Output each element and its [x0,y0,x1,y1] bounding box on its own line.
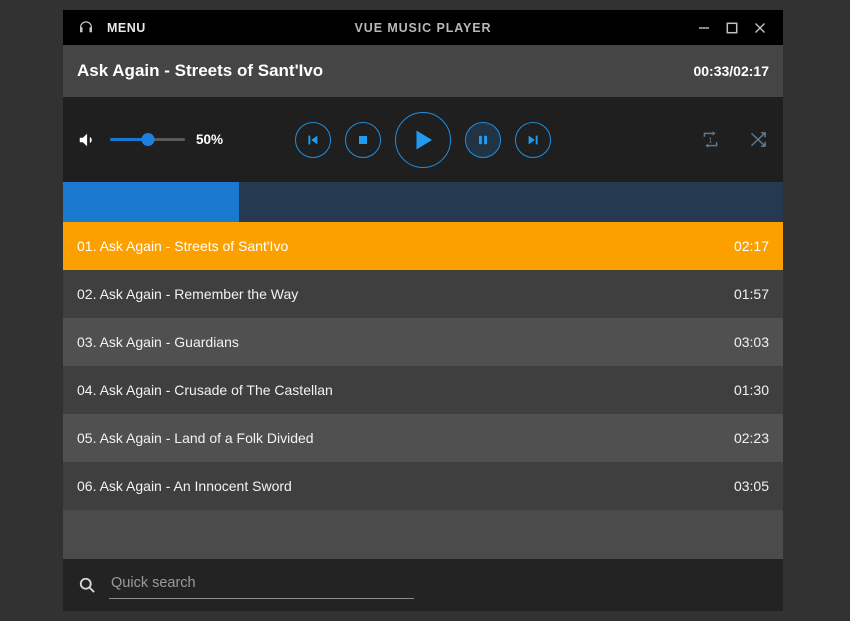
time-display: 00:33/02:17 [693,63,769,79]
headphone-icon [77,19,95,37]
stop-icon [356,133,370,147]
playlist-row[interactable]: 05. Ask Again - Land of a Folk Divided 02… [63,414,783,462]
skip-previous-icon [305,132,321,148]
seek-bar-fill [63,182,239,222]
close-button[interactable] [747,15,773,41]
pause-button[interactable] [465,121,501,158]
playlist-row[interactable]: 03. Ask Again - Guardians 03:03 [63,318,783,366]
volume-control-group: 50% [77,129,223,151]
playlist-row[interactable]: 02. Ask Again - Remember the Way 01:57 [63,270,783,318]
stop-button[interactable] [345,121,381,158]
play-icon [410,127,436,153]
search-icon[interactable] [77,575,97,595]
playlist-row-duration: 01:57 [733,286,769,302]
volume-slider[interactable] [110,132,185,148]
playlist-row[interactable]: 04. Ask Again - Crusade of The Castellan… [63,366,783,414]
playlist-row-duration: 03:05 [733,478,769,494]
window-controls [691,15,783,41]
close-icon [753,21,767,35]
svg-text:1: 1 [708,135,712,144]
playlist-row-duration: 02:17 [733,238,769,254]
minimize-button[interactable] [691,15,717,41]
music-player-window: MENU VUE MUSIC PLAYER Ask Again - Street… [63,10,783,611]
search-bar [63,559,783,611]
playlist-row[interactable]: 01. Ask Again - Streets of Sant'Ivo 02:17 [63,222,783,270]
search-input[interactable] [109,571,414,599]
repeat-one-button[interactable]: 1 [699,129,721,151]
previous-track-button[interactable] [295,121,331,158]
playlist-row-title: 01. Ask Again - Streets of Sant'Ivo [77,238,289,254]
playlist-row-title: 04. Ask Again - Crusade of The Castellan [77,382,333,398]
play-button[interactable] [395,111,451,168]
playlist-row-title: 05. Ask Again - Land of a Folk Divided [77,430,314,446]
menu-label: MENU [107,20,146,35]
app-title: VUE MUSIC PLAYER [354,20,492,35]
playlist-row-duration: 03:03 [733,334,769,350]
playlist-row-title: 03. Ask Again - Guardians [77,334,239,350]
playlist-row-title: 02. Ask Again - Remember the Way [77,286,299,302]
playlist-row-duration: 02:23 [733,430,769,446]
current-track-title: Ask Again - Streets of Sant'Ivo [77,61,324,80]
maximize-button[interactable] [719,15,745,41]
transport-buttons [295,111,551,168]
shuffle-button[interactable] [747,129,769,151]
skip-next-icon [525,132,541,148]
volume-thumb[interactable] [141,133,154,146]
playlist: 01. Ask Again - Streets of Sant'Ivo 02:17… [63,222,783,559]
speaker-volume-icon[interactable] [77,129,99,151]
now-playing-bar: Ask Again - Streets of Sant'Ivo 00:33/02… [63,45,783,97]
shuffle-icon [748,129,769,150]
repeat-one-icon: 1 [700,129,721,150]
playback-mode-group: 1 [699,129,769,151]
playlist-row-duration: 01:30 [733,382,769,398]
seek-bar[interactable] [63,182,783,222]
menu-button[interactable]: MENU [63,19,146,37]
playlist-row[interactable]: 06. Ask Again - An Innocent Sword 03:05 [63,462,783,510]
volume-percent-label: 50% [196,132,224,147]
playlist-row-title: 06. Ask Again - An Innocent Sword [77,478,292,494]
pause-icon [476,133,490,147]
transport-controls-bar: 50% 1 [63,97,783,182]
minimize-icon [697,21,711,35]
maximize-icon [725,21,739,35]
titlebar: MENU VUE MUSIC PLAYER [63,10,783,45]
next-track-button[interactable] [515,121,551,158]
